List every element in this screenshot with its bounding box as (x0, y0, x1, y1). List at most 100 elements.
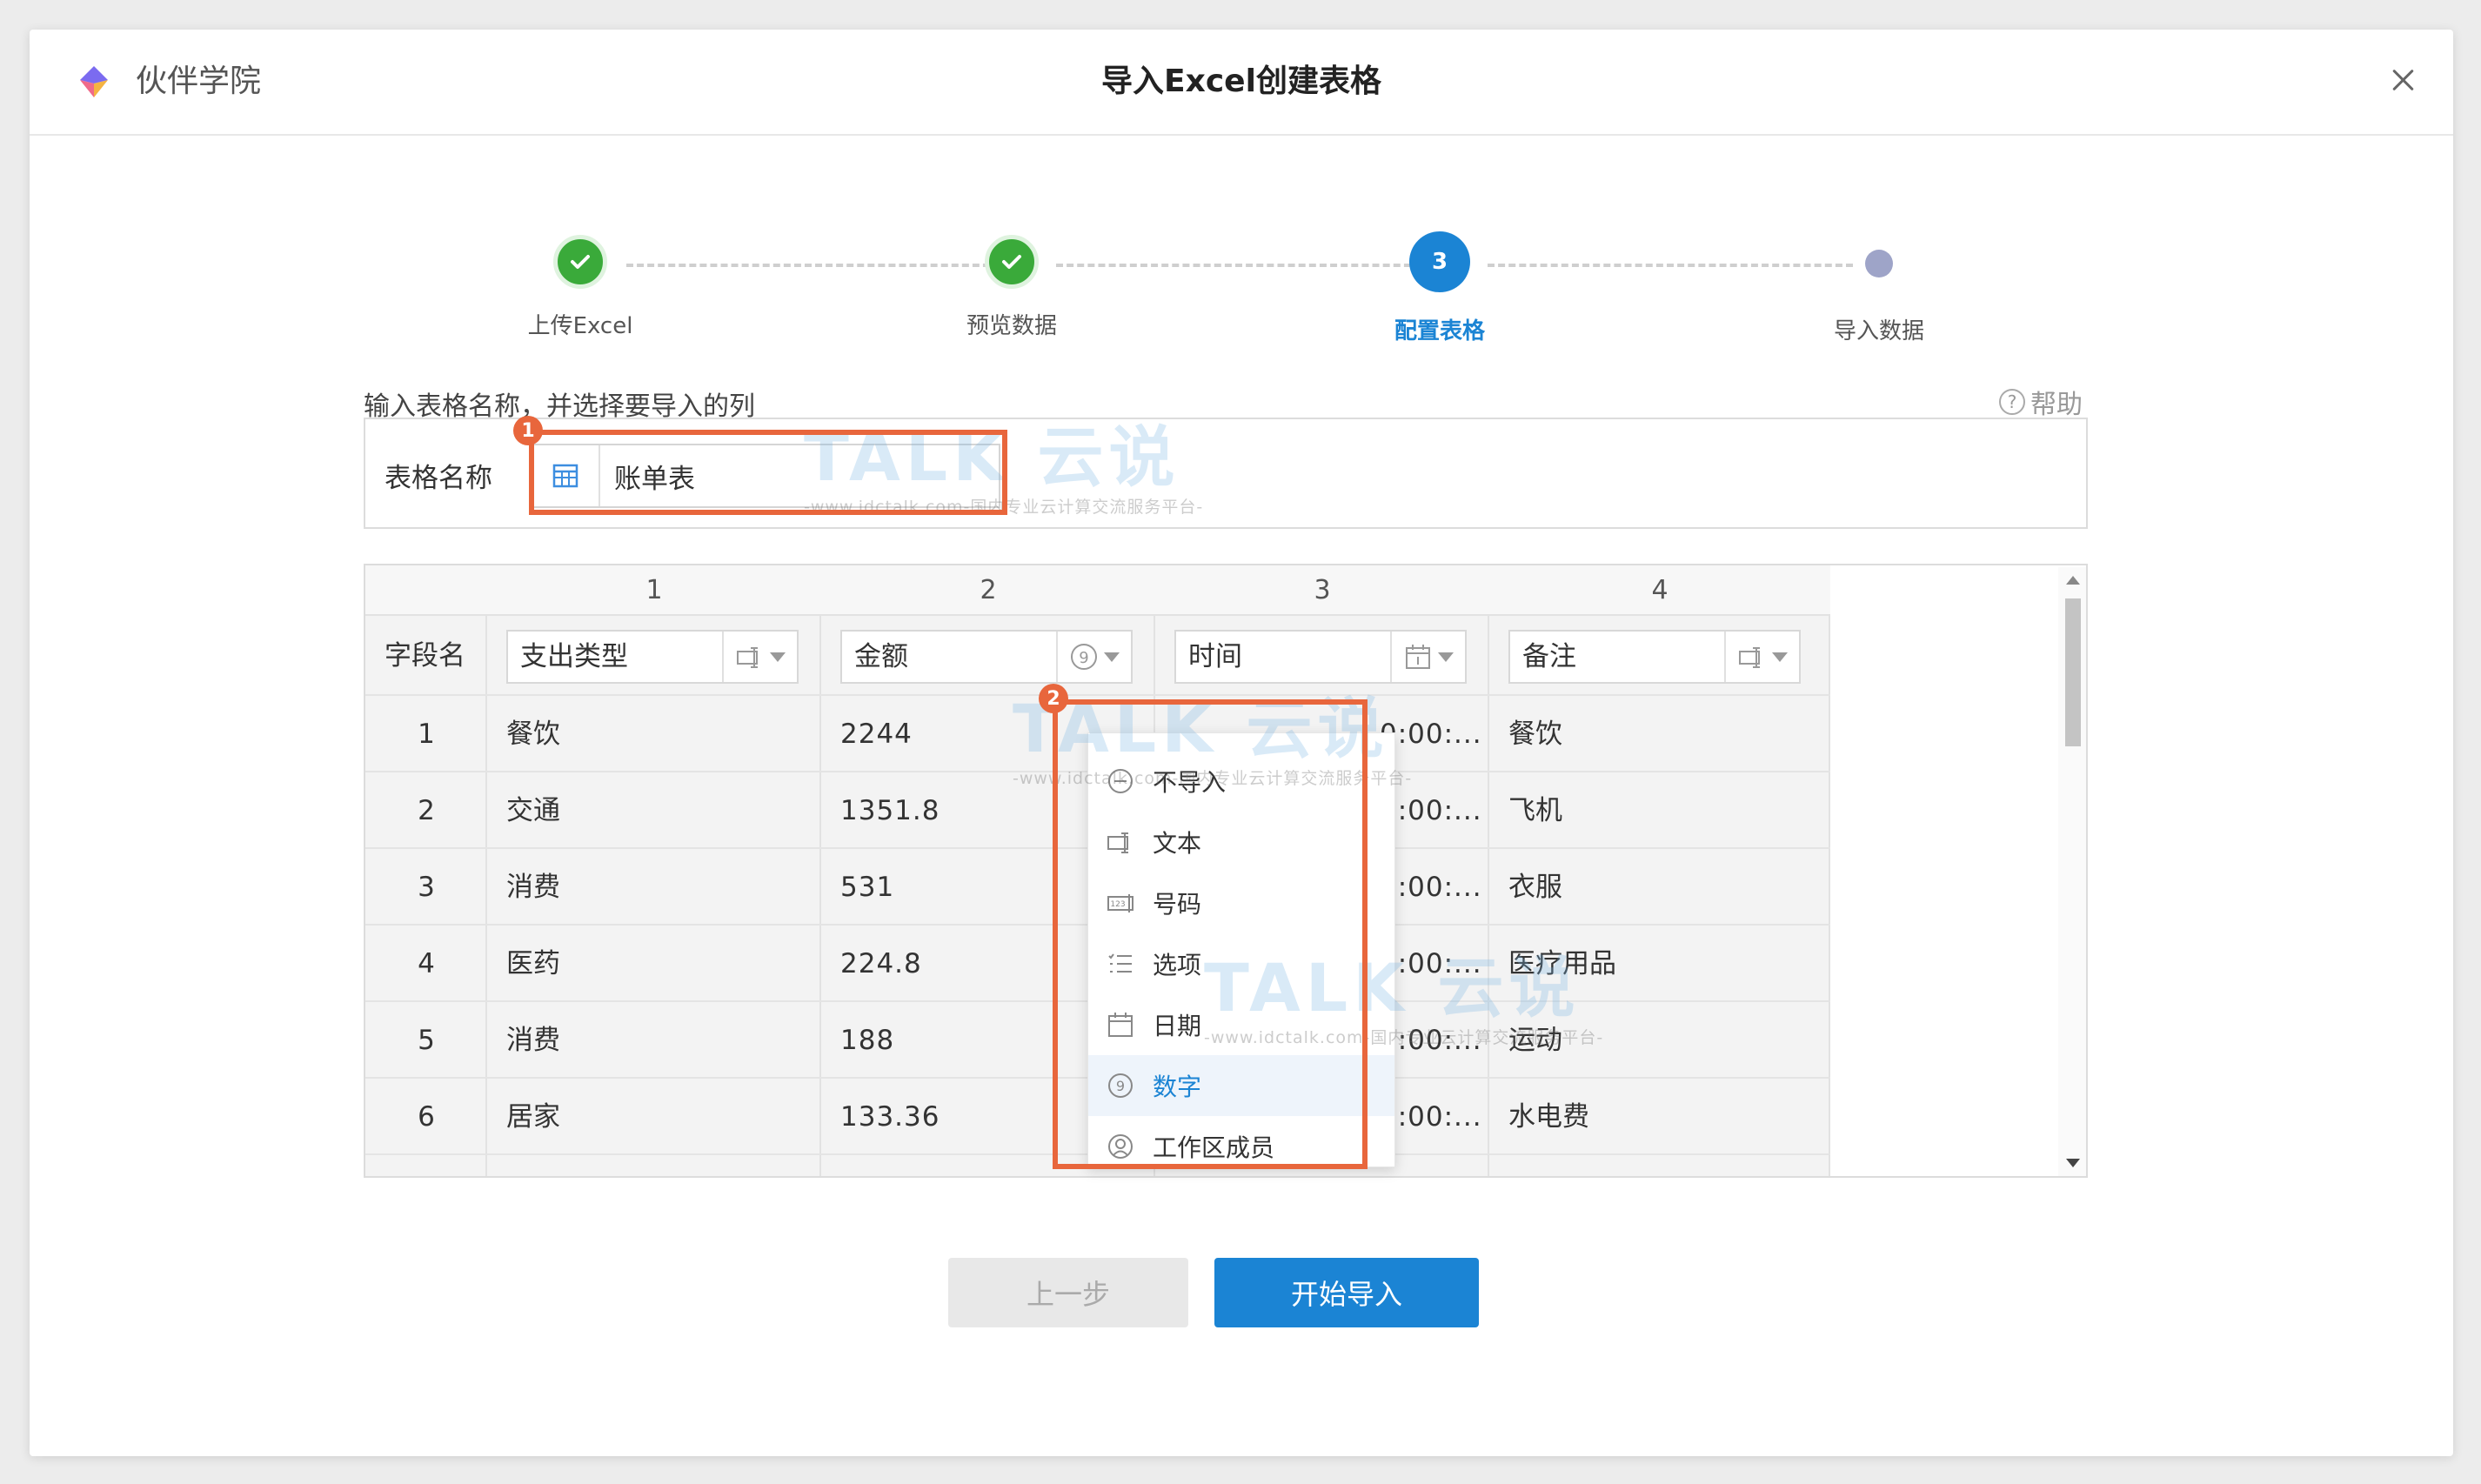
option-label: 数字 (1153, 1073, 1202, 1101)
table-cell: 0:00:... (1380, 1025, 1482, 1056)
svg-text:123: 123 (1110, 900, 1125, 909)
row-index: 1 (418, 719, 435, 750)
step-label: 配置表格 (1394, 318, 1485, 344)
step-2-done-icon (985, 235, 1039, 289)
table-cell: 医药 (506, 948, 560, 979)
table-name-field[interactable] (531, 444, 1000, 508)
table-name-input[interactable] (600, 460, 948, 491)
calendar-icon (1108, 1013, 1133, 1037)
step-connector (626, 264, 1000, 267)
table-cell: 运动 (1508, 1025, 1562, 1056)
option-text[interactable]: 文本 (1088, 812, 1394, 872)
table-cell: 医疗用品 (1508, 948, 1616, 979)
import-excel-dialog: 伙伴学院 导入Excel创建表格 3 上传Excel 预览数据 配置表格 导入数… (30, 30, 2453, 1456)
annotation-badge-2: 2 (1039, 684, 1068, 713)
option-label: 日期 (1153, 1012, 1202, 1040)
step-connector (1488, 264, 1853, 267)
help-label: 帮助 (2030, 390, 2083, 420)
step-connector (1056, 264, 1421, 267)
option-workspace-member[interactable]: 工作区成员 (1088, 1116, 1394, 1177)
step-1-done-icon (553, 235, 607, 289)
field-type-dropdown: 不导入 文本 123 号码 选项 日期 9 数字 工作区成员 (1087, 732, 1395, 1167)
table-cell: 消费 (506, 1025, 560, 1056)
column-header: 3 (1155, 565, 1489, 616)
grid-scrollbar[interactable] (2058, 567, 2086, 1176)
field-selector-2[interactable]: 金额 9 (840, 630, 1133, 684)
phone-number-icon: 123 (1107, 894, 1134, 912)
step-4-pending (1865, 250, 1893, 277)
column-header-blank (365, 565, 487, 616)
svg-text:9: 9 (1116, 1078, 1125, 1094)
table-cell: 0:00:... (1380, 948, 1482, 979)
field-selector-4[interactable]: 备注 (1508, 630, 1801, 684)
table-cell: 0:00:... (1380, 1101, 1482, 1133)
option-no-import[interactable]: 不导入 (1088, 751, 1394, 812)
start-import-button[interactable]: 开始导入 (1214, 1258, 1479, 1327)
step-label: 导入数据 (1833, 318, 1924, 344)
field-selector-1[interactable]: 支出类型 (506, 630, 799, 684)
field-type-picker[interactable] (1392, 632, 1465, 682)
table-cell: 0:00:... (1380, 872, 1482, 903)
date-icon (1406, 645, 1430, 669)
step-label: 上传Excel (527, 313, 633, 339)
table-cell: 0:00:... (1380, 719, 1482, 750)
text-icon (737, 647, 758, 668)
table-cell: 衣服 (1508, 872, 1562, 903)
step-indicator: 3 上传Excel 预览数据 配置表格 导入数据 (30, 204, 2453, 369)
close-icon[interactable] (2384, 61, 2422, 99)
svg-text:9: 9 (1079, 649, 1088, 667)
column-header: 1 (487, 565, 821, 616)
dialog-header: 伙伴学院 导入Excel创建表格 (30, 30, 2453, 136)
table-name-label: 表格名称 (385, 463, 492, 494)
row-index: 6 (418, 1101, 435, 1133)
table-icon (532, 445, 600, 506)
field-type-picker[interactable]: 9 (1058, 632, 1131, 682)
table-cell: 消费 (506, 872, 560, 903)
chevron-down-icon (770, 652, 786, 662)
field-name[interactable]: 备注 (1510, 632, 1726, 682)
chevron-down-icon (1438, 652, 1454, 662)
option-list[interactable]: 选项 (1088, 933, 1394, 994)
no-import-icon (1108, 769, 1133, 793)
number-icon: 9 (1108, 1073, 1133, 1098)
row-index: 2 (418, 795, 435, 826)
text-icon (1107, 832, 1128, 853)
number-icon: 9 (1071, 644, 1097, 670)
step-label: 预览数据 (966, 313, 1057, 339)
scroll-up-icon[interactable] (2066, 576, 2080, 585)
help-link[interactable]: ? 帮助 (1999, 383, 2083, 421)
table-cell: 飞机 (1508, 795, 1562, 826)
table-cell: 0:00:... (1380, 795, 1482, 826)
row-index: 5 (418, 1025, 435, 1056)
chevron-down-icon (1772, 652, 1788, 662)
text-icon (1739, 647, 1760, 668)
field-row-label: 字段名 (385, 640, 465, 672)
field-type-picker[interactable] (1726, 632, 1799, 682)
option-date[interactable]: 日期 (1088, 994, 1394, 1055)
option-label: 工作区成员 (1153, 1133, 1275, 1162)
question-icon: ? (1999, 389, 2025, 415)
field-name[interactable]: 时间 (1176, 632, 1392, 682)
scrollbar-thumb[interactable] (2065, 598, 2081, 746)
table-cell: 水电费 (1508, 1101, 1589, 1133)
table-cell: 餐饮 (506, 719, 560, 750)
option-number[interactable]: 9 数字 (1088, 1055, 1394, 1116)
previous-step-button[interactable]: 上一步 (948, 1258, 1188, 1327)
table-cell: 居家 (506, 1101, 560, 1133)
option-label: 选项 (1153, 951, 1202, 979)
table-cell: 交通 (506, 795, 560, 826)
column-header: 2 (821, 565, 1155, 616)
field-type-picker[interactable] (724, 632, 797, 682)
option-phone-number[interactable]: 123 号码 (1088, 872, 1394, 933)
field-name-row: 字段名 支出类型 金额 9 时间 备注 (365, 616, 1830, 696)
list-option-icon (1108, 953, 1132, 973)
field-selector-3[interactable]: 时间 (1174, 630, 1467, 684)
option-label: 号码 (1153, 890, 1202, 919)
chevron-down-icon (1104, 652, 1120, 662)
row-index: 3 (418, 872, 435, 903)
dialog-title: 导入Excel创建表格 (1101, 64, 1381, 99)
table-name-panel: 表格名称 (364, 418, 2088, 529)
scroll-down-icon[interactable] (2066, 1159, 2080, 1167)
field-name[interactable]: 支出类型 (508, 632, 724, 682)
field-name[interactable]: 金额 (842, 632, 1058, 682)
